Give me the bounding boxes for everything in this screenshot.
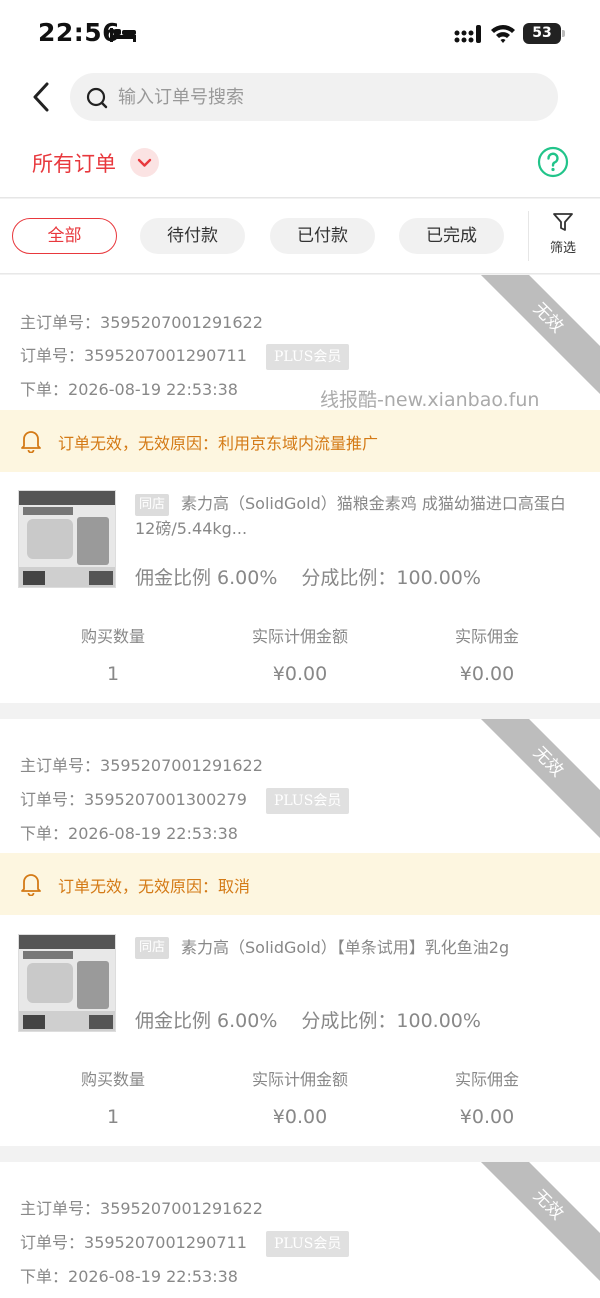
warning-text: 订单无效，无效原因：取消 bbox=[58, 877, 251, 896]
order-time: 下单：2026-08-19 22:53:38 bbox=[20, 380, 238, 399]
filter-label: 筛选 bbox=[549, 241, 576, 256]
status-ribbon: 无效 bbox=[465, 275, 600, 401]
commission-rates: 佣金比例 6.00% 分成比例：100.00% bbox=[135, 1010, 481, 1032]
sleep-mode-icon bbox=[110, 28, 136, 42]
bell-icon bbox=[21, 874, 41, 896]
order-time: 下单：2026-08-19 22:53:38 bbox=[20, 1267, 238, 1286]
watermark: 线报酷-new.xianbao.fun bbox=[320, 389, 540, 411]
actual-commission-stat: 实际佣金 ¥0.00 bbox=[454, 627, 519, 685]
commission-base-stat: 实际计佣金额 ¥0.00 bbox=[251, 1070, 348, 1128]
back-arrow-icon[interactable] bbox=[28, 80, 56, 114]
tab-completed[interactable]: 已完成 bbox=[399, 218, 504, 254]
product-thumbnail[interactable] bbox=[18, 490, 116, 588]
main-order-number: 主订单号：3595207001291622 bbox=[20, 313, 263, 332]
plus-member-badge: PLUS会员 bbox=[265, 1230, 350, 1257]
tab-divider bbox=[528, 211, 529, 261]
actual-commission-stat: 实际佣金 ¥0.00 bbox=[454, 1070, 519, 1128]
plus-member-badge: PLUS会员 bbox=[265, 343, 350, 370]
status-bar: 22:56 53 bbox=[0, 0, 600, 66]
battery-indicator: 53 bbox=[523, 23, 565, 44]
quantity-stat: 购买数量 1 bbox=[80, 627, 145, 685]
product-thumbnail[interactable] bbox=[18, 934, 116, 1032]
status-ribbon: 无效 bbox=[465, 1162, 600, 1288]
invalid-warning-bar: 订单无效，无效原因：取消 bbox=[0, 853, 600, 915]
filter-icon bbox=[553, 213, 573, 231]
tab-pending-payment[interactable]: 待付款 bbox=[140, 218, 245, 254]
order-number: 订单号：3595207001290711 PLUS会员 bbox=[20, 342, 350, 370]
wifi-icon bbox=[491, 25, 515, 43]
order-type-dropdown-button[interactable] bbox=[130, 148, 159, 177]
filter-title-row: 所有订单 bbox=[0, 128, 600, 198]
main-order-number: 主订单号：3595207001291622 bbox=[20, 756, 263, 775]
commission-rates: 佣金比例 6.00% 分成比例：100.00% bbox=[135, 567, 481, 589]
quantity-stat: 购买数量 1 bbox=[80, 1070, 145, 1128]
plus-member-badge: PLUS会员 bbox=[265, 787, 350, 814]
order-number: 订单号：3595207001290711 PLUS会员 bbox=[20, 1229, 350, 1257]
warning-text: 订单无效，无效原因：利用京东域内流量推广 bbox=[58, 434, 379, 453]
search-bar[interactable] bbox=[70, 73, 558, 121]
cellular-signal-icon bbox=[454, 25, 481, 43]
orders-screen: 22:56 53 输入订单号搜索 所有订单 全部 待付款 已付款 已完成 筛选 … bbox=[0, 0, 600, 1298]
tab-paid[interactable]: 已付款 bbox=[270, 218, 375, 254]
header bbox=[0, 66, 600, 128]
order-card[interactable]: 无效 主订单号：3595207001291622 订单号：35952070012… bbox=[0, 275, 600, 703]
tab-all[interactable]: 全部 bbox=[12, 218, 117, 254]
bell-icon bbox=[21, 431, 41, 453]
order-time: 下单：2026-08-19 22:53:38 bbox=[20, 824, 238, 843]
order-card[interactable]: 无效 主订单号：3595207001291622 订单号：35952070013… bbox=[0, 719, 600, 1146]
status-tabs: 全部 待付款 已付款 已完成 筛选 bbox=[0, 199, 600, 274]
product-title[interactable]: 素力高（SolidGold）【单条试用】乳化鱼油2g bbox=[135, 935, 583, 960]
status-time: 22:56 bbox=[38, 18, 121, 47]
search-icon bbox=[86, 87, 108, 109]
invalid-warning-bar: 订单无效，无效原因：利用京东域内流量推广 bbox=[0, 410, 600, 472]
search-input[interactable] bbox=[118, 73, 538, 121]
product-title[interactable]: 素力高（SolidGold）猫粮金素鸡 成猫幼猫进口高蛋白12磅/5.44kg.… bbox=[135, 491, 583, 541]
commission-base-stat: 实际计佣金额 ¥0.00 bbox=[251, 627, 348, 685]
order-type-selector[interactable]: 所有订单 bbox=[32, 148, 116, 178]
filter-button[interactable]: 筛选 bbox=[540, 211, 586, 261]
main-order-number: 主订单号：3595207001291622 bbox=[20, 1199, 263, 1218]
help-icon[interactable] bbox=[537, 146, 569, 178]
chevron-down-icon bbox=[137, 158, 152, 167]
order-number: 订单号：3595207001300279 PLUS会员 bbox=[20, 786, 350, 814]
status-ribbon: 无效 bbox=[465, 719, 600, 845]
order-card[interactable]: 无效 主订单号：3595207001291622 订单号：35952070012… bbox=[0, 1162, 600, 1298]
